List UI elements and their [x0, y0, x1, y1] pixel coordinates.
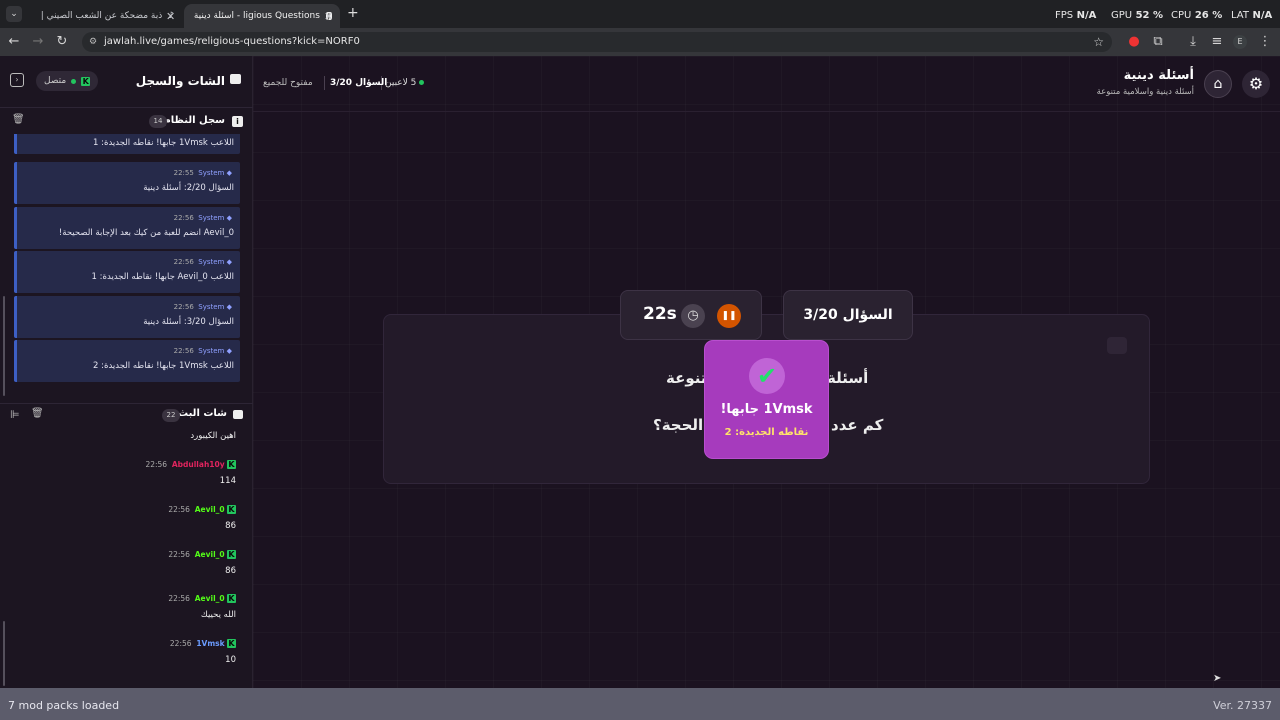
tab-inactive[interactable]: ♪ ذبة مضحكة عن الشعب الصيني | ✕: [26, 4, 182, 28]
kick-logo-icon: K: [227, 639, 236, 648]
category-text-right: أسئلة: [827, 369, 869, 387]
chat-message: 22:56 Aevil_0 K 86: [168, 550, 236, 576]
trash-icon[interactable]: 🗑: [31, 408, 44, 419]
align-icon[interactable]: ⊫: [10, 408, 20, 421]
log-item: 22:56 System ◆ اللاعب 1Vmsk جابها! نقاطه…: [14, 340, 240, 382]
collapse-sidebar-icon[interactable]: ›: [10, 73, 24, 87]
question-progress: السؤال 3/20: [330, 78, 388, 88]
question-text-left: الحجة؟: [653, 416, 704, 434]
system-log-title: سجل النظام: [163, 115, 225, 126]
scrollbar[interactable]: [3, 296, 5, 396]
settings-gear-icon[interactable]: ⚙: [1242, 70, 1270, 98]
chat-bubble-icon: [1107, 337, 1127, 354]
log-item: 22:56 System ◆ Aevil_0 انضم للعبة من كيك…: [14, 207, 240, 249]
fps-stat: FPS N/A: [1055, 10, 1097, 21]
players-count: 5 لاعبين: [385, 78, 425, 88]
kick-logo-icon: K: [227, 550, 236, 559]
reload-icon[interactable]: ↻: [54, 34, 70, 50]
chat-message: 22:56 Aevil_0 K 86: [168, 505, 236, 531]
info-icon: i: [232, 116, 243, 127]
trash-icon[interactable]: 🗑: [12, 114, 25, 125]
chat-sidebar: › متصل K الشات والسجل 🗑 i سجل النظام 14 …: [0, 56, 253, 688]
check-icon: ✔: [749, 358, 785, 394]
sidebar-header: › متصل K الشات والسجل: [0, 56, 253, 108]
kick-logo-icon: K: [227, 505, 236, 514]
game-subtitle: أسئلة دينية واسلامية متنوعة: [1096, 87, 1194, 97]
forward-icon[interactable]: →: [30, 34, 46, 50]
scrollbar[interactable]: [3, 621, 5, 686]
lat-stat: LAT N/A: [1231, 10, 1273, 21]
system-shield-icon: ◆: [226, 169, 232, 177]
question-badge: السؤال 3/20: [783, 290, 913, 340]
chat-message: 22:56 Aevil_0 K الله يحييك: [168, 594, 236, 620]
home-icon[interactable]: ⌂: [1204, 70, 1232, 98]
gpu-stat: GPU 52 %: [1111, 10, 1164, 21]
live-chat-count: 22: [162, 409, 180, 422]
download-icon[interactable]: ⤓: [1185, 34, 1201, 50]
back-icon[interactable]: ←: [6, 34, 22, 50]
online-dot-icon: [419, 80, 425, 85]
system-log-header: 🗑 i سجل النظام 14: [0, 112, 253, 132]
pause-button[interactable]: ❚❚: [717, 304, 741, 328]
overlay-status-bar: 7 mod packs loaded Ver. 27337: [0, 688, 1280, 720]
kick-logo-icon: K: [227, 460, 236, 469]
category-text-left: تنوعة: [666, 369, 707, 387]
game-title: أسئلة دينية: [1123, 68, 1194, 83]
system-shield-icon: ◆: [226, 258, 232, 266]
log-item: اللاعب 1Vmsk جابها! نقاطه الجديدة: 1: [14, 134, 240, 154]
log-item: 22:55 System ◆ السؤال 2/20: أسئلة دينية: [14, 162, 240, 204]
system-shield-icon: ◆: [226, 347, 232, 355]
timer-box: ❚❚ ◷ 22s: [620, 290, 762, 340]
chat-bubble-icon: [230, 74, 241, 84]
browser-tab-bar: ⌄ ♪ ذبة مضحكة عن الشعب الصيني | ✕ J ligi…: [0, 0, 1280, 28]
system-log-count: 14: [149, 115, 167, 128]
game-main-area: ⚙ ⌂ أسئلة دينية أسئلة دينية واسلامية متن…: [253, 56, 1280, 688]
close-tab-icon[interactable]: ✕: [166, 10, 175, 23]
reading-list-icon[interactable]: ≡: [1209, 34, 1225, 50]
site-info-icon[interactable]: ⚙: [89, 32, 97, 52]
profile-avatar[interactable]: E: [1233, 35, 1247, 49]
chat-message: اهين الكيبورد: [190, 431, 236, 441]
question-text-right: كم عدد: [831, 416, 884, 434]
timer-value: 22s: [643, 304, 677, 324]
log-item: 22:56 System ◆ اللاعب Aevil_0 جابها! نقا…: [14, 251, 240, 293]
game-mode: مفتوح للجميع: [263, 78, 313, 88]
tab-active[interactable]: J ligious Questions - أسئلة دينية ✕: [184, 4, 340, 28]
cpu-stat: CPU 26 %: [1171, 10, 1223, 21]
mouse-cursor-icon: ➤: [1213, 673, 1222, 684]
sidebar-title: الشات والسجل: [135, 74, 225, 88]
chat-bubble-icon: [233, 410, 243, 419]
popup-subtitle: نقاطه الجديدة: 2: [724, 427, 809, 438]
clock-icon: ◷: [681, 304, 705, 328]
connection-status-badge: متصل K: [36, 71, 99, 91]
correct-answer-popup: ✔ 1Vmsk جابها! نقاطه الجديدة: 2: [705, 341, 828, 458]
extension-icon[interactable]: ●: [1126, 34, 1142, 50]
kick-logo-icon: K: [81, 76, 91, 86]
game-top-bar: ⚙ ⌂ أسئلة دينية أسئلة دينية واسلامية متن…: [253, 56, 1280, 112]
mod-packs-status: 7 mod packs loaded: [8, 699, 120, 712]
live-chat-title: شات البث: [178, 408, 227, 419]
live-chat-header: ⊫ 🗑 شات البث 22: [0, 403, 253, 425]
online-dot-icon: [71, 78, 77, 84]
bookmark-star-icon[interactable]: ☆: [1093, 32, 1104, 52]
new-tab-button[interactable]: +: [347, 5, 359, 21]
menu-dots-icon[interactable]: ⋮: [1257, 34, 1273, 50]
url-field[interactable]: ⚙ jawlah.live/games/religious-questions?…: [82, 32, 1112, 52]
divider: [324, 76, 325, 90]
extensions-puzzle-icon[interactable]: ⧉: [1150, 34, 1166, 50]
system-shield-icon: ◆: [226, 303, 232, 311]
close-tab-icon[interactable]: ✕: [324, 10, 333, 23]
chat-message: 22:56 1Vmsk K 10: [169, 639, 236, 665]
system-shield-icon: ◆: [226, 214, 232, 222]
chat-message: 22:56 Abdullah10y K 114: [145, 460, 236, 486]
version-label: Ver. 27337: [1213, 699, 1272, 712]
tab-search-button[interactable]: ⌄: [6, 6, 22, 22]
log-item: 22:56 System ◆ السؤال 3/20: أسئلة دينية: [14, 296, 240, 338]
kick-logo-icon: K: [227, 594, 236, 603]
popup-title: 1Vmsk جابها!: [720, 402, 813, 417]
